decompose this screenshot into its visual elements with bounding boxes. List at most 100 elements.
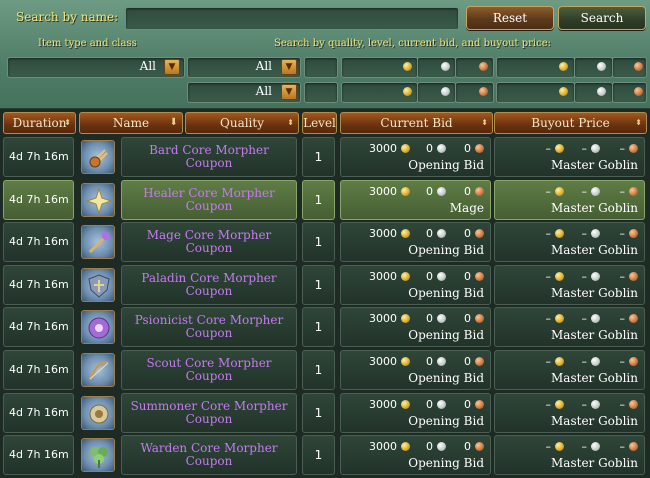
- reset-button[interactable]: Reset: [466, 6, 554, 30]
- copper-coin-icon: [629, 144, 638, 153]
- bid-gold-value: 3000: [369, 355, 397, 368]
- buyout-gold-value: –: [545, 397, 552, 411]
- table-row[interactable]: 4d 7h 16m Bard Core Morpher Coupon 1 300…: [0, 137, 650, 178]
- mage-icon[interactable]: [81, 225, 115, 260]
- buyout-silver-value: –: [581, 397, 588, 411]
- max-buyout-silver-input[interactable]: [574, 82, 613, 103]
- table-row[interactable]: 4d 7h 16m Mage Core Morpher Coupon 1 300…: [0, 222, 650, 263]
- buyout-copper-value: –: [619, 355, 626, 368]
- search-button[interactable]: Search: [558, 6, 646, 30]
- paladin-icon[interactable]: [81, 267, 115, 302]
- search-input[interactable]: [125, 7, 459, 30]
- item-type-label: Item type and class: [38, 38, 137, 49]
- current-bid-cell: 3000 0 0 Opening Bid: [340, 307, 491, 348]
- item-type-dropdown[interactable]: [7, 57, 185, 78]
- item-name-cell[interactable]: Warden Core Morpher Coupon: [121, 435, 297, 476]
- duration-cell: 4d 7h 16m: [3, 137, 74, 177]
- seller-name: Master Goblin: [551, 285, 638, 300]
- auction-window: Search by name: Reset Search Item type a…: [0, 0, 650, 478]
- item-name-cell[interactable]: Psionicist Core Morpher Coupon: [121, 307, 297, 348]
- bard-icon[interactable]: [81, 140, 115, 174]
- level-cell: 1: [302, 137, 335, 177]
- gold-coin-icon: [555, 399, 564, 409]
- table-row[interactable]: 4d 7h 16m Psionicist Core Morpher Coupon…: [0, 307, 650, 348]
- bid-status: Opening Bid: [408, 243, 484, 258]
- level-cell: 1: [302, 179, 335, 220]
- bid-silver-value: 0: [426, 440, 433, 454]
- buyout-gold-value: –: [545, 312, 552, 326]
- buyout-silver-value: –: [581, 184, 588, 198]
- level-value: 1: [314, 320, 323, 335]
- copper-coin-icon: [629, 357, 638, 366]
- duration-value: 4d 7h 16m: [9, 448, 69, 462]
- item-name-cell[interactable]: Scout Core Morpher Coupon: [121, 350, 297, 390]
- table-row[interactable]: 4d 7h 16m Warden Core Morpher Coupon 1 3…: [0, 435, 650, 476]
- bid-copper-value: 0: [464, 355, 471, 368]
- table-row[interactable]: 4d 7h 16m Paladin Core Morpher Coupon 1 …: [0, 264, 650, 306]
- duration-cell: 4d 7h 16m: [3, 350, 74, 390]
- item-name-cell[interactable]: Paladin Core Morpher Coupon: [121, 264, 297, 305]
- warden-icon[interactable]: [81, 438, 115, 473]
- class-dropdown-2-arrow-icon[interactable]: ▼: [281, 84, 297, 100]
- column-header-level[interactable]: Level: [302, 112, 337, 134]
- item-name: Warden Core Morpher Coupon: [140, 441, 278, 469]
- min-buyout-silver-input[interactable]: [574, 57, 613, 78]
- level-cell: 1: [302, 264, 335, 305]
- column-header-name[interactable]: Name ⬇: [79, 112, 183, 134]
- duration-cell: 4d 7h 16m: [3, 222, 74, 263]
- min-bid-copper-input[interactable]: [455, 57, 494, 78]
- table-row[interactable]: 4d 7h 16m Summoner Core Morpher Coupon 1…: [0, 392, 650, 434]
- bid-silver-value: 0: [426, 312, 433, 326]
- duration-value: 4d 7h 16m: [9, 363, 69, 376]
- current-bid-cell: 3000 0 0 Opening Bid: [340, 137, 491, 177]
- buyout-gold-value: –: [545, 355, 552, 368]
- table-row[interactable]: 4d 7h 16m Scout Core Morpher Coupon 1 30…: [0, 350, 650, 391]
- item-name-cell[interactable]: Mage Core Morpher Coupon: [121, 222, 297, 263]
- copper-coin-icon: [634, 87, 643, 96]
- max-level-input[interactable]: [304, 82, 338, 103]
- min-level-input[interactable]: [304, 57, 338, 78]
- item-name: Summoner Core Morpher Coupon: [130, 398, 288, 426]
- item-name-cell[interactable]: Healer Core Morpher Coupon: [121, 179, 297, 220]
- item-name: Paladin Core Morpher Coupon: [141, 270, 277, 298]
- item-name-cell[interactable]: Summoner Core Morpher Coupon: [121, 392, 297, 433]
- buyout-copper-value: –: [619, 440, 626, 454]
- bid-copper-value: 0: [464, 397, 471, 411]
- min-bid-silver-input[interactable]: [417, 57, 456, 78]
- class-dropdown-1-arrow-icon[interactable]: ▼: [281, 59, 297, 75]
- item-name-cell[interactable]: Bard Core Morpher Coupon: [121, 137, 297, 177]
- item-type-dropdown-arrow-icon[interactable]: ▼: [164, 59, 180, 75]
- bid-silver-value: 0: [426, 269, 433, 283]
- buyout-silver-value: –: [581, 440, 588, 454]
- silver-coin-icon: [437, 229, 446, 239]
- column-header-quality[interactable]: Quality ⬍: [185, 112, 299, 134]
- seller-name: Master Goblin: [551, 413, 638, 428]
- bid-status: Opening Bid: [408, 413, 484, 428]
- silver-coin-icon: [437, 357, 446, 366]
- bid-status: Mage: [449, 200, 484, 215]
- gold-coin-icon: [401, 229, 410, 239]
- buyout-copper-value: –: [619, 142, 626, 155]
- column-header-duration[interactable]: Duration ⬍: [3, 112, 76, 134]
- gold-coin-icon: [401, 399, 410, 409]
- class-dropdown-1-value: All: [255, 59, 272, 73]
- table-row[interactable]: 4d 7h 16m Healer Core Morpher Coupon 1 3…: [0, 179, 650, 221]
- item-type-value: All: [139, 59, 156, 73]
- max-bid-copper-input[interactable]: [455, 82, 494, 103]
- scout-icon[interactable]: [81, 353, 115, 387]
- seller-name: Master Goblin: [551, 328, 638, 343]
- buyout-price-cell: – – – Master Goblin: [494, 307, 645, 348]
- duration-cell: 4d 7h 16m: [3, 307, 74, 348]
- column-header-current-bid[interactable]: Current Bid ⬍: [340, 112, 493, 134]
- buyout-gold-value: –: [545, 227, 552, 241]
- summoner-icon[interactable]: [81, 395, 115, 430]
- level-value: 1: [314, 235, 323, 250]
- psionicist-icon[interactable]: [81, 310, 115, 345]
- sort-arrows-icon: ⬍: [481, 118, 488, 127]
- buyout-price-cell: – – – Master Goblin: [494, 179, 645, 220]
- max-bid-silver-input[interactable]: [417, 82, 456, 103]
- column-header-buyout-price[interactable]: Buyout Price ⬍: [494, 112, 647, 134]
- item-name: Bard Core Morpher Coupon: [149, 143, 269, 170]
- healer-icon[interactable]: [81, 182, 115, 217]
- gold-coin-icon: [555, 357, 564, 366]
